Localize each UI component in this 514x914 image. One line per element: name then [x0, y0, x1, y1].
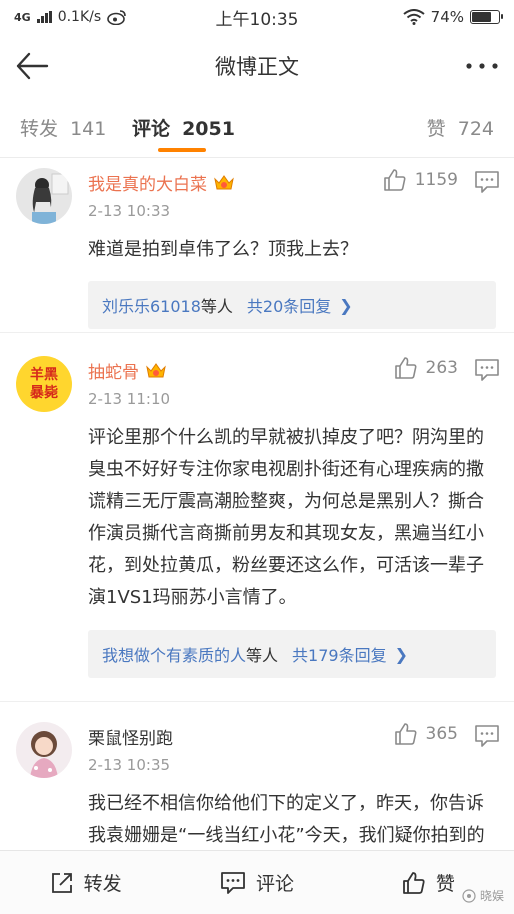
back-arrow-icon: [16, 52, 49, 80]
comment-time: 2-13 11:10: [88, 390, 171, 408]
username-text: 抽蛇骨: [88, 363, 139, 383]
thumbs-up-icon: [394, 723, 417, 745]
screen: 4G 0.1K/s 上午10:35 74% 微博正文 转发 141 评论 205…: [0, 0, 514, 914]
tab-reposts-count: 141: [70, 118, 107, 140]
active-tab-indicator: [158, 148, 206, 152]
comment-time: 2-13 10:33: [88, 202, 171, 220]
more-dots-icon: [466, 63, 498, 69]
comment-username[interactable]: 抽蛇骨: [88, 358, 167, 383]
avatar-text-bottom: 暴毙: [30, 385, 58, 401]
comment-text: 难道是拍到卓伟了么？顶我上去？: [88, 239, 358, 260]
network-speed: 0.1K/s: [57, 9, 102, 25]
like-count: 1159: [414, 170, 458, 190]
reply-icon[interactable]: [474, 724, 500, 748]
reply-etc: 等人: [246, 646, 279, 665]
wifi-icon: [403, 9, 425, 25]
chevron-right-icon: ❯: [394, 644, 408, 664]
tab-comments-count: 2051: [182, 118, 235, 140]
tab-likes-label: 赞: [426, 118, 446, 140]
replies-summary[interactable]: 刘乐乐61018 等人 共20条回复 ❯: [88, 281, 496, 329]
tab-reposts[interactable]: 转发 141: [20, 114, 106, 141]
like-button[interactable]: 1159: [383, 168, 458, 192]
comment-text: 评论里那个什么凯的早就被扒掉皮了吧？阴沟里的臭虫不好好专注你家电视剧扑街还有心理…: [88, 427, 484, 608]
comment-text: 我已经不相信你给他们下的定义了，昨天，你告诉我袁姗姗是“一线当红小花”今天，我们…: [88, 793, 485, 846]
comment-button[interactable]: 评论: [171, 851, 342, 914]
tab-likes-count: 724: [457, 118, 494, 140]
comment-icon: [221, 871, 245, 894]
status-left: 4G 0.1K/s: [14, 9, 194, 25]
battery-level: [472, 12, 492, 22]
bottom-action-bar: 转发 评论 赞 晓娱: [0, 850, 514, 914]
comment-list: 我是真的大白菜 2-13 10:33 1159 难道是拍到卓伟了么？顶我上去？ …: [0, 158, 514, 848]
watermark: 晓娱: [462, 887, 504, 904]
chevron-right-icon: ❯: [339, 295, 353, 315]
reply-icon[interactable]: [474, 358, 500, 382]
battery-percent: 74%: [430, 8, 464, 26]
thumbs-up-icon: [394, 357, 417, 379]
comment-item: 我是真的大白菜 2-13 10:33 1159 难道是拍到卓伟了么？顶我上去？ …: [0, 158, 514, 333]
crown-badge-icon: [214, 174, 234, 189]
crown-badge-icon: [146, 362, 166, 377]
avatar-image: [16, 168, 72, 224]
like-post-button[interactable]: 赞: [343, 851, 514, 914]
comment-username[interactable]: 栗鼠怪别跑: [88, 724, 173, 749]
avatar-text-top: 羊黑: [30, 367, 58, 383]
tab-comments[interactable]: 评论 2051: [132, 114, 235, 141]
avatar-image: [16, 722, 72, 778]
comment-item: 羊黑 暴毙 抽蛇骨 2-13 11:10 263 评论里那个什么凯的早就被扒掉皮…: [0, 346, 514, 702]
status-bar: 4G 0.1K/s 上午10:35 74%: [0, 0, 514, 34]
tab-bar: 转发 141 评论 2051 赞 724: [0, 98, 514, 158]
like-count: 365: [425, 724, 458, 744]
watermark-text: 晓娱: [479, 889, 504, 903]
avatar[interactable]: [16, 722, 72, 778]
username-text: 我是真的大白菜: [88, 175, 207, 195]
reply-user: 我想做个有素质的人: [102, 646, 247, 665]
battery-icon: [470, 10, 503, 24]
replies-summary[interactable]: 我想做个有素质的人 等人 共179条回复 ❯: [88, 630, 496, 678]
like-button[interactable]: 365: [394, 722, 458, 746]
username-text: 栗鼠怪别跑: [88, 729, 173, 749]
reply-etc: 等人: [200, 297, 233, 316]
more-button[interactable]: [462, 46, 502, 86]
avatar[interactable]: [16, 168, 72, 224]
comment-username[interactable]: 我是真的大白菜: [88, 170, 235, 195]
tab-likes[interactable]: 赞 724: [427, 114, 494, 141]
status-right: 74%: [403, 8, 503, 26]
nav-bar: 微博正文: [0, 34, 514, 98]
signal-icon: [36, 11, 52, 23]
weibo-logo-icon: [107, 10, 126, 25]
network-type: 4G: [14, 10, 31, 24]
reply-total: 共20条回复: [246, 297, 332, 316]
like-button[interactable]: 263: [394, 356, 458, 380]
comment-item: 栗鼠怪别跑 2-13 10:35 365 我已经不相信你给他们下的定义了，昨天，…: [0, 712, 514, 848]
like-label: 赞: [435, 873, 455, 895]
avatar[interactable]: 羊黑 暴毙: [16, 356, 72, 412]
tab-reposts-label: 转发: [20, 118, 59, 140]
repost-label: 转发: [83, 873, 122, 895]
page-title: 微博正文: [215, 55, 299, 79]
like-count: 263: [425, 358, 458, 378]
thumbs-up-icon: [402, 871, 425, 894]
back-button[interactable]: [12, 46, 52, 86]
watermark-logo-icon: [462, 888, 476, 903]
repost-button[interactable]: 转发: [0, 851, 171, 914]
comment-time: 2-13 10:35: [88, 756, 171, 774]
repost-icon: [51, 872, 72, 893]
thumbs-up-icon: [383, 169, 406, 191]
reply-icon[interactable]: [474, 170, 500, 194]
reply-total: 共179条回复: [292, 646, 387, 665]
comment-label: 评论: [255, 873, 294, 895]
reply-user: 刘乐乐61018: [102, 297, 201, 316]
tab-comments-label: 评论: [132, 118, 171, 140]
